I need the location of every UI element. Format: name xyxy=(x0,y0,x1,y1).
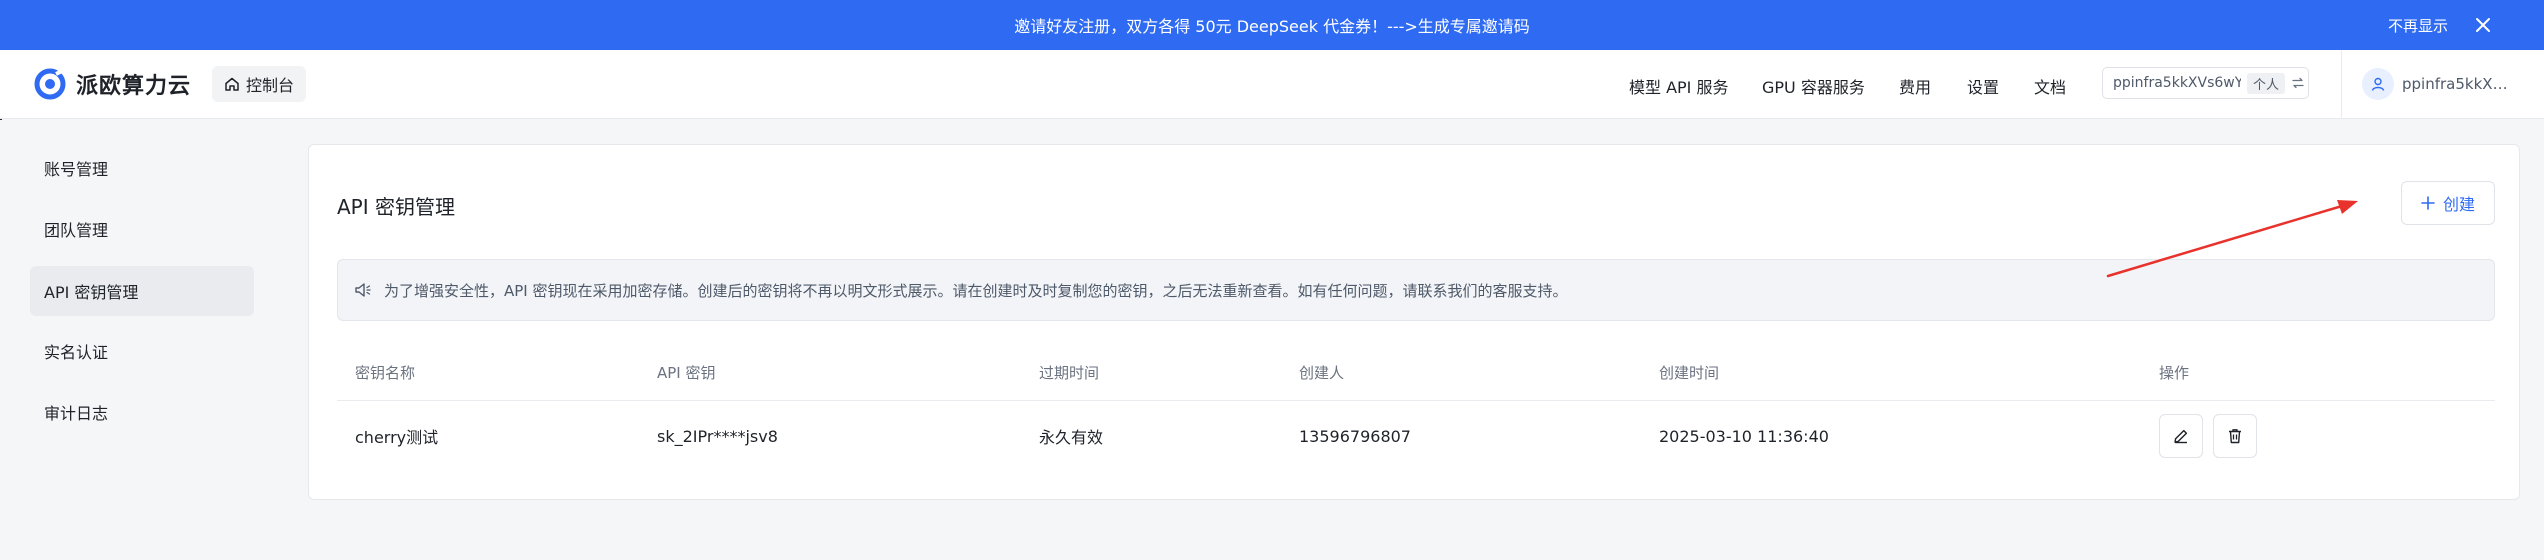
nav-gpu-container[interactable]: GPU 容器服务 xyxy=(1762,74,1865,98)
account-switcher[interactable]: ppinfra5kkXVs6wYf 个人 xyxy=(2102,67,2309,99)
create-key-label: 创建 xyxy=(2442,195,2475,214)
top-header: 派欧算力云 控制台 模型 API 服务 GPU 容器服务 费用 设置 文档 pp… xyxy=(0,50,2544,119)
page-title: API 密钥管理 xyxy=(337,195,455,219)
column-header-creator: 创建人 xyxy=(1299,364,1345,382)
key-name: cherry测试 xyxy=(355,428,439,447)
sidebar-item-verification[interactable]: 实名认证 xyxy=(30,326,254,376)
plus-icon xyxy=(2421,196,2435,210)
user-icon xyxy=(2371,77,2385,91)
switch-icon xyxy=(2292,77,2304,89)
sidebar-item-api-keys[interactable]: API 密钥管理 xyxy=(30,266,254,316)
avatar xyxy=(2362,68,2394,100)
key-expiry: 永久有效 xyxy=(1039,428,1104,447)
column-header-key: API 密钥 xyxy=(657,364,716,382)
table-row: cherry测试 sk_2IPr****jsv8 永久有效 1359679680… xyxy=(337,401,2495,471)
speaker-icon xyxy=(355,283,371,297)
user-menu[interactable]: ppinfra5kkXVs6... xyxy=(2362,68,2514,100)
column-header-expires: 过期时间 xyxy=(1039,364,1100,382)
close-icon[interactable] xyxy=(2474,16,2492,34)
account-id: ppinfra5kkXVs6wYf xyxy=(2113,75,2241,91)
sidebar-item-label: 账号管理 xyxy=(44,160,109,179)
sidebar-item-label: API 密钥管理 xyxy=(44,283,139,302)
banner-actions: 不再显示 xyxy=(2388,0,2492,50)
api-key-masked: sk_2IPr****jsv8 xyxy=(657,426,778,446)
sidebar-item-label: 实名认证 xyxy=(44,343,109,362)
table-header: 密钥名称 API 密钥 过期时间 创建人 创建时间 操作 xyxy=(337,345,2495,401)
edit-key-button[interactable] xyxy=(2159,414,2203,458)
nav-docs[interactable]: 文档 xyxy=(2034,74,2066,98)
sidebar: 账号管理 团队管理 API 密钥管理 实名认证 审计日志 xyxy=(0,120,281,560)
nav-settings[interactable]: 设置 xyxy=(1967,74,1999,98)
promo-banner-link[interactable]: 邀请好友注册，双方各得 50元 DeepSeek 代金券！--->生成专属邀请码 xyxy=(1014,13,1530,37)
create-key-button[interactable]: 创建 xyxy=(2401,181,2495,225)
column-header-created-at: 创建时间 xyxy=(1659,364,1720,382)
account-type-badge: 个人 xyxy=(2247,72,2286,94)
api-keys-card: API 密钥管理 创建 为了增强安全性，API 密钥现在采用加密存储。创建后的密… xyxy=(308,144,2520,500)
column-header-name: 密钥名称 xyxy=(355,364,416,382)
sidebar-item-account[interactable]: 账号管理 xyxy=(30,143,254,193)
dismiss-banner-button[interactable]: 不再显示 xyxy=(2388,15,2448,36)
header-divider xyxy=(2341,50,2342,119)
key-creator: 13596796807 xyxy=(1299,426,1411,446)
key-created-at: 2025-03-10 11:36:40 xyxy=(1659,426,1829,446)
promo-banner: 邀请好友注册，双方各得 50元 DeepSeek 代金券！--->生成专属邀请码… xyxy=(0,0,2544,50)
trash-icon xyxy=(2229,429,2241,444)
sidebar-item-label: 团队管理 xyxy=(44,221,109,240)
row-actions xyxy=(2159,401,2257,471)
sidebar-item-label: 审计日志 xyxy=(44,404,109,423)
edit-icon xyxy=(2174,429,2188,444)
delete-key-button[interactable] xyxy=(2213,414,2257,458)
security-notice-text: 为了增强安全性，API 密钥现在采用加密存储。创建后的密钥将不再以明文形式展示。… xyxy=(384,281,1568,300)
user-name: ppinfra5kkXVs6... xyxy=(2402,75,2514,93)
column-header-actions: 操作 xyxy=(2159,364,2190,382)
security-notice: 为了增强安全性，API 密钥现在采用加密存储。创建后的密钥将不再以明文形式展示。… xyxy=(337,259,2495,321)
sidebar-item-team[interactable]: 团队管理 xyxy=(30,204,254,254)
top-nav: 模型 API 服务 GPU 容器服务 费用 设置 文档 xyxy=(0,50,2100,119)
nav-billing[interactable]: 费用 xyxy=(1899,74,1931,98)
nav-model-api[interactable]: 模型 API 服务 xyxy=(1629,74,1729,98)
sidebar-item-audit-log[interactable]: 审计日志 xyxy=(30,387,254,437)
